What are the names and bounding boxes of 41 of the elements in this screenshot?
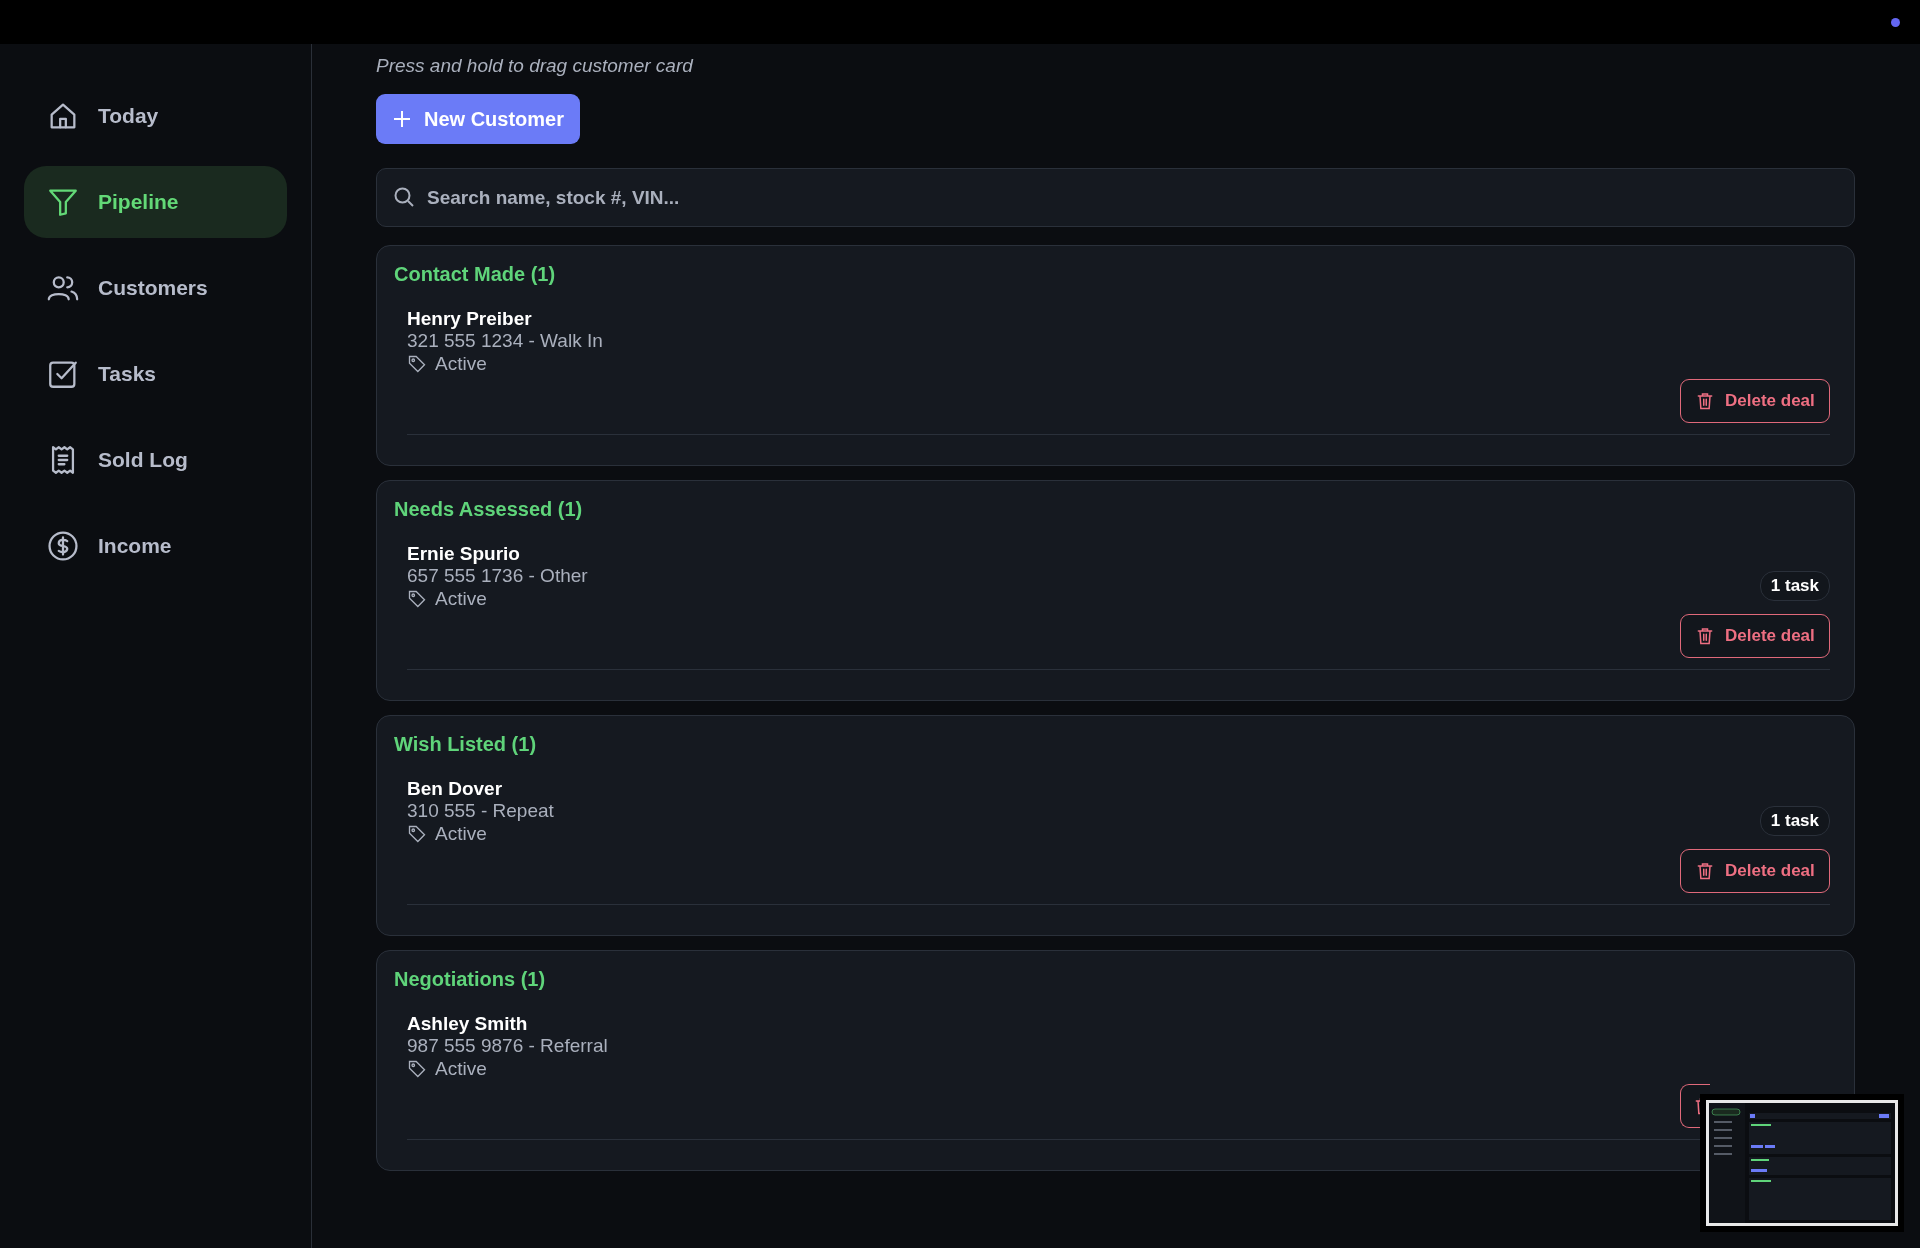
customer-details: 321 555 1234 - Walk In [407,330,603,352]
trash-icon [1695,861,1715,881]
stage-title: Negotiations (1) [394,967,547,991]
sidebar-item[interactable]: Income [24,510,287,582]
customer-details: 987 555 9876 - Referral [407,1035,608,1057]
search-icon [392,185,416,209]
drag-hint: Press and hold to drag customer card [376,54,695,78]
customer-name: Ashley Smith [407,1013,529,1035]
search-field[interactable]: Search name, stock #, VIN... [376,168,1855,227]
dollar-icon [46,529,80,563]
new-customer-button[interactable]: New Customer [376,94,581,144]
stage-title: Needs Assessed (1) [394,497,584,521]
tag-icon [407,589,427,609]
customer-details: 657 555 1736 - Other [407,565,588,587]
tag-icon [407,824,427,844]
customer-name: Ben Dover [407,778,504,800]
task-count-badge: 1 task [1759,571,1830,601]
delete-deal-button[interactable]: Delete deal [1680,849,1830,893]
status-label: Active [435,588,487,610]
customer-name: Ernie Spurio [407,543,521,565]
status-label: Active [435,823,487,845]
sidebar-item[interactable]: Pipeline [24,166,287,238]
status-label: Active [435,1058,487,1080]
status-dot [1891,17,1900,27]
task-count-badge: 1 task [1759,806,1830,836]
stage-title: Contact Made (1) [394,262,557,286]
customer-details: 310 555 - Repeat [407,800,554,822]
sidebar-item[interactable]: Tasks [24,338,287,410]
customer-name: Henry Preiber [407,308,533,330]
plus-icon [392,109,412,129]
trash-icon [1695,391,1715,411]
sidebar-item[interactable]: Customers [24,252,287,324]
status-label: Active [435,353,487,375]
sidebar-item[interactable]: Sold Log [24,424,287,496]
sidebar-item[interactable]: Today [24,80,287,152]
tag-icon [407,1059,427,1079]
tag-icon [407,354,427,374]
delete-deal-button[interactable]: Delete deal [1680,379,1830,423]
delete-deal-button[interactable]: Delete deal [1680,614,1830,658]
trash-icon [1695,626,1715,646]
stage-title: Wish Listed (1) [394,732,538,756]
